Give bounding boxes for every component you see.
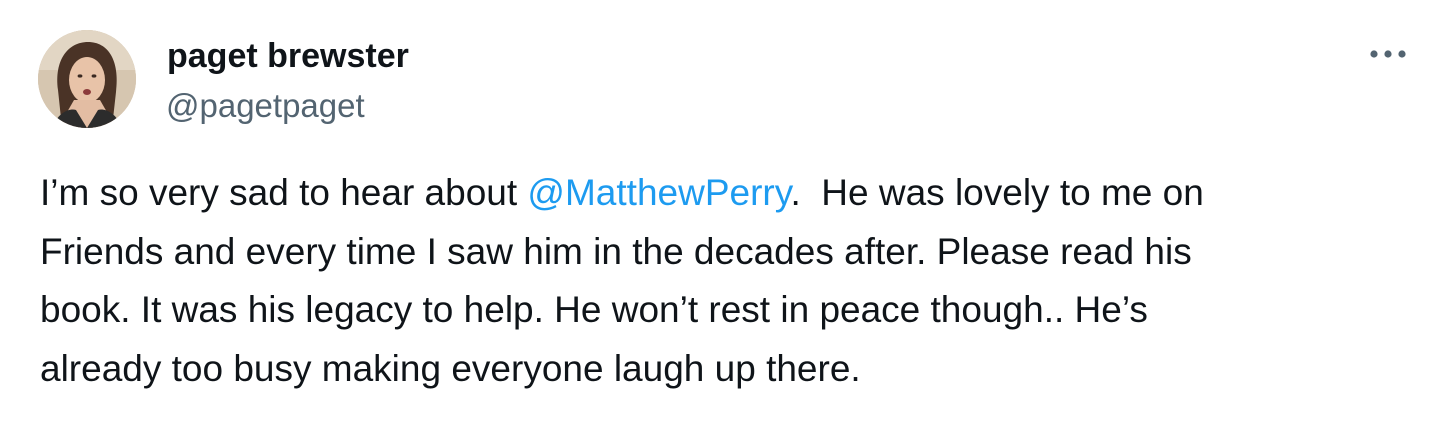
user-handle[interactable]: @pagetpaget	[166, 84, 365, 128]
avatar[interactable]	[38, 30, 136, 128]
more-options-button[interactable]	[1362, 30, 1414, 78]
display-name[interactable]: paget brewster	[167, 34, 409, 78]
tweet-text-line: already too busy making everyone laugh u…	[40, 347, 861, 389]
tweet-text-line: book. It was his legacy to help. He won’…	[40, 289, 1148, 330]
tweet: paget brewster @pagetpaget I’m so very s…	[0, 0, 1440, 427]
profile-photo	[38, 30, 136, 128]
more-horizontal-icon	[1370, 50, 1406, 58]
tweet-text-segment: I’m so very sad to hear about	[40, 172, 528, 213]
tweet-text-line: Friends and every time I saw him in the …	[40, 230, 1192, 272]
tweet-text-segment: . He was lovely to me on	[790, 172, 1204, 213]
mention-link[interactable]: @MatthewPerry	[527, 172, 790, 213]
tweet-text: I’m so very sad to hear about @MatthewPe…	[40, 164, 1410, 398]
tweet-text-line: I’m so very sad to hear about @MatthewPe…	[40, 164, 1410, 223]
